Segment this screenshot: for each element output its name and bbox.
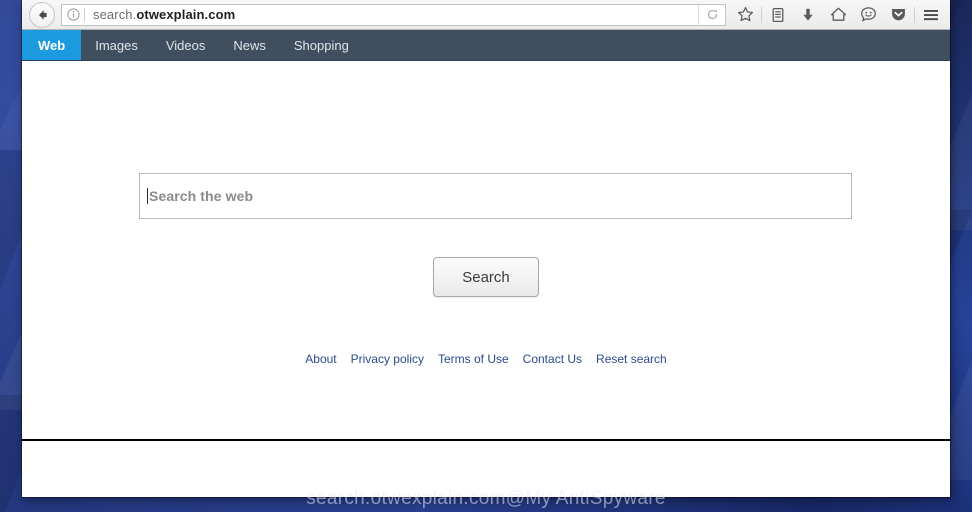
browser-toolbar: search.otwexplain.com [22,0,950,30]
search-button[interactable]: Search [433,257,539,297]
url-text: search.otwexplain.com [85,7,698,22]
menu-hamburger-icon[interactable] [916,2,946,28]
footer-link-terms-of-use[interactable]: Terms of Use [438,352,509,366]
text-caret [147,188,148,204]
page-content: Search the web Search About Privacy poli… [22,61,950,441]
toolbar-icon-group [726,2,946,28]
site-tab-videos[interactable]: Videos [152,30,220,60]
pocket-icon[interactable] [883,2,913,28]
reload-button[interactable] [698,4,725,25]
site-tab-shopping[interactable]: Shopping [280,30,363,60]
bookmark-star-icon[interactable] [730,2,760,28]
window-lower-strip [22,441,950,496]
site-tab-images[interactable]: Images [81,30,152,60]
search-field-wrapper: Search the web [139,173,852,219]
url-bar[interactable]: search.otwexplain.com [61,3,726,26]
footer-link-contact-us[interactable]: Contact Us [523,352,582,366]
feedback-smiley-icon[interactable] [853,2,883,28]
reload-icon [707,9,717,20]
search-input-placeholder: Search the web [149,188,254,204]
home-icon[interactable] [823,2,853,28]
footer-link-privacy-policy[interactable]: Privacy policy [351,352,424,366]
toolbar-divider [914,6,915,23]
site-tab-web[interactable]: Web [22,30,82,60]
browser-window: search.otwexplain.com Web Images Videos … [22,0,950,497]
url-domain: otwexplain.com [136,7,236,22]
toolbar-divider [761,6,762,23]
reading-list-icon[interactable] [763,2,793,28]
url-prefix: search. [93,7,137,22]
site-tab-label: Images [95,37,138,53]
site-tab-news[interactable]: News [219,30,280,60]
footer-links: About Privacy policy Terms of Use Contac… [22,352,950,366]
site-tab-label: News [233,37,266,53]
footer-link-reset-search[interactable]: Reset search [596,352,667,366]
site-tab-label: Web [38,37,66,53]
footer-link-about[interactable]: About [305,352,336,366]
search-input[interactable]: Search the web [139,173,852,219]
downloads-icon[interactable] [793,2,823,28]
site-tab-label: Videos [165,37,206,53]
info-icon[interactable] [62,8,84,21]
site-nav-bar: Web Images Videos News Shopping [22,30,950,61]
search-button-wrapper: Search [22,257,950,297]
back-arrow-icon [39,9,47,20]
site-tab-label: Shopping [293,37,349,53]
back-button[interactable] [29,1,55,28]
